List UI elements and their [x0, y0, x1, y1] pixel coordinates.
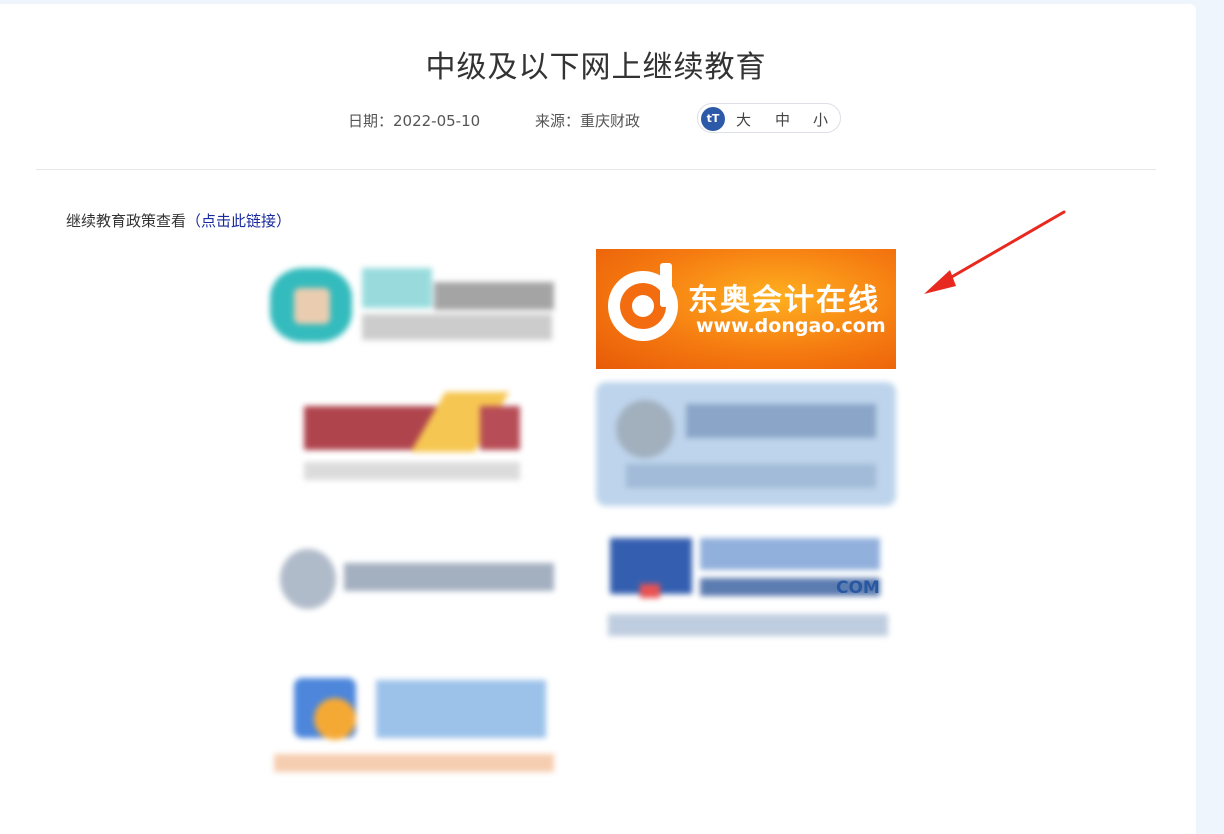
- header-divider: [36, 169, 1156, 170]
- font-size-large-button[interactable]: 大: [736, 109, 751, 130]
- dongao-logo-link[interactable]: 东奥会计在线 www.dongao.com: [596, 249, 896, 369]
- page-title: 中级及以下网上继续教育: [425, 50, 767, 85]
- annotation-arrow-icon: [924, 210, 1066, 294]
- blurred-logo-4[interactable]: [596, 382, 896, 506]
- blurred-logo-7[interactable]: [268, 672, 558, 776]
- dongao-name: 东奥会计在线: [688, 283, 880, 318]
- font-size-medium-button[interactable]: 中: [775, 109, 790, 130]
- dongao-url: www.dongao.com: [696, 315, 886, 337]
- blurred-logo-3[interactable]: [304, 392, 520, 488]
- font-size-small-button[interactable]: 小: [813, 109, 828, 130]
- blurred-logo-5[interactable]: [280, 545, 556, 615]
- article-source: 来源：重庆财政: [535, 112, 641, 130]
- policy-text: 继续教育政策查看: [66, 212, 187, 230]
- font-size-control: tT 大 中 小: [697, 103, 841, 133]
- publish-date: 日期：2022-05-10: [348, 112, 481, 130]
- blurred-logo-6-suffix: COM: [836, 578, 880, 598]
- policy-line: 继续教育政策查看（点击此链接）: [66, 210, 291, 231]
- policy-link[interactable]: （点击此链接）: [186, 212, 291, 230]
- blurred-logo-1[interactable]: [266, 260, 556, 344]
- font-size-icon: tT: [701, 107, 725, 131]
